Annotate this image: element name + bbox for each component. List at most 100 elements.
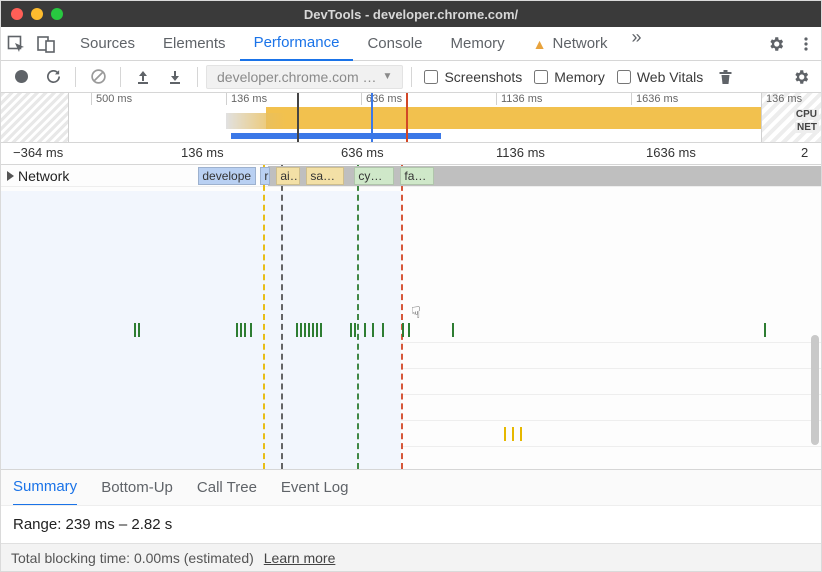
gpu-activity-mark — [244, 323, 246, 337]
tab-label: Elements — [163, 35, 226, 52]
save-profile-button[interactable] — [161, 63, 189, 91]
gpu-activity-mark — [364, 323, 366, 337]
tab-console[interactable]: Console — [353, 27, 436, 61]
tab-network[interactable]: ▲Network — [519, 27, 622, 61]
network-request-segment[interactable]: develope — [198, 167, 256, 185]
zoom-window-button[interactable] — [51, 8, 63, 20]
learn-more-link[interactable]: Learn more — [264, 550, 336, 566]
ruler-tick-label: 136 ms — [181, 145, 224, 160]
network-lane[interactable]: developer ai… sa… cy… fa… — [73, 166, 821, 186]
tab-sources[interactable]: Sources — [66, 27, 149, 61]
summary-range: Range: 239 ms – 2.82 s — [13, 516, 809, 533]
capture-settings-gear-icon[interactable] — [787, 63, 815, 91]
flamechart-area[interactable]: Network developerai…sa…cy…fa… GPUChrome_… — [1, 165, 821, 469]
gpu-activity-mark — [382, 323, 384, 337]
gc-trash-button[interactable] — [711, 63, 739, 91]
separator — [197, 67, 198, 87]
record-button[interactable] — [7, 63, 35, 91]
gear-icon[interactable] — [761, 27, 791, 61]
close-window-button[interactable] — [11, 8, 23, 20]
gpu-activity-mark — [402, 323, 404, 337]
tbt-text: Total blocking time: 0.00ms (estimated) — [11, 550, 254, 566]
tab-label: Bottom-Up — [101, 479, 173, 496]
overview-tick-label: 136 ms — [226, 93, 267, 105]
tab-label: Performance — [254, 34, 340, 51]
status-footer: Total blocking time: 0.00ms (estimated) … — [1, 543, 821, 571]
overview-tick-label: 136 ms — [766, 93, 802, 105]
expand-icon[interactable] — [7, 171, 14, 181]
recording-source-select[interactable]: developer.chrome.com … ▼ — [206, 65, 403, 89]
track-row[interactable]: Compositor — [1, 369, 821, 395]
track-network[interactable]: Network developer ai… sa… cy… fa… — [1, 165, 821, 187]
details-tab-summary[interactable]: Summary — [13, 470, 77, 506]
tab-elements[interactable]: Elements — [149, 27, 240, 61]
separator — [75, 67, 76, 87]
summary-panel: Range: 239 ms – 2.82 s — [1, 505, 821, 543]
checkbox-input[interactable] — [534, 70, 548, 84]
details-tab-calltree[interactable]: Call Tree — [197, 470, 257, 506]
tab-memory[interactable]: Memory — [436, 27, 518, 61]
checkbox-label: Memory — [554, 69, 605, 85]
checkbox-input[interactable] — [617, 70, 631, 84]
separator — [120, 67, 121, 87]
inspect-icon[interactable] — [1, 27, 31, 61]
minimize-window-button[interactable] — [31, 8, 43, 20]
reload-record-button[interactable] — [39, 63, 67, 91]
track-lane[interactable] — [94, 369, 821, 395]
gpu-activity-mark — [300, 323, 302, 337]
task-activity-mark — [512, 427, 514, 441]
overview-strip[interactable]: 500 ms136 ms636 ms1136 ms1636 ms 136 ms … — [1, 93, 821, 143]
recording-source-label: developer.chrome.com … — [217, 69, 377, 85]
kebab-icon[interactable] — [791, 27, 821, 61]
tab-label: Event Log — [281, 479, 349, 496]
ruler-tick-label: −364 ms — [13, 145, 63, 160]
track-lane[interactable] — [52, 317, 821, 343]
panel-tabs: Sources Elements Performance Console Mem… — [66, 27, 622, 60]
gpu-activity-mark — [296, 323, 298, 337]
track-row[interactable]: Preload scanner — [1, 395, 821, 421]
gpu-activity-mark — [372, 323, 374, 337]
gpu-activity-mark — [408, 323, 410, 337]
network-request-segment[interactable]: ai… — [276, 167, 300, 185]
tab-performance[interactable]: Performance — [240, 27, 354, 61]
network-request-segment[interactable]: fa… — [400, 167, 434, 185]
timeline-ruler[interactable]: −364 ms136 ms636 ms1136 ms1636 ms2 — [1, 143, 821, 165]
gpu-activity-mark — [250, 323, 252, 337]
titlebar: DevTools - developer.chrome.com/ — [1, 1, 821, 27]
checkbox-input[interactable] — [424, 70, 438, 84]
tab-label: Call Tree — [197, 479, 257, 496]
devtools-window: DevTools - developer.chrome.com/ Sources… — [0, 0, 822, 572]
overview-marker — [371, 93, 373, 142]
clear-button[interactable] — [84, 63, 112, 91]
gpu-activity-mark — [452, 323, 454, 337]
network-baseline — [268, 166, 821, 186]
details-tab-bottomup[interactable]: Bottom-Up — [101, 470, 173, 506]
tab-label: Network — [553, 35, 608, 52]
gpu-activity-mark — [312, 323, 314, 337]
memory-checkbox[interactable]: Memory — [530, 69, 609, 85]
network-request-segment[interactable]: cy… — [354, 167, 394, 185]
overview-net-band — [231, 133, 441, 139]
details-tab-eventlog[interactable]: Event Log — [281, 470, 349, 506]
details-tabs: Summary Bottom-Up Call Tree Event Log — [1, 469, 821, 505]
webvitals-checkbox[interactable]: Web Vitals — [613, 69, 707, 85]
perf-toolbar: developer.chrome.com … ▼ Screenshots Mem… — [1, 61, 821, 93]
track-lane[interactable] — [171, 343, 821, 369]
track-lane[interactable] — [212, 421, 821, 447]
tab-label: Sources — [80, 35, 135, 52]
scrollbar-thumb[interactable] — [811, 335, 819, 445]
panel-tabstrip: Sources Elements Performance Console Mem… — [1, 27, 821, 61]
network-request-segment[interactable]: sa… — [306, 167, 344, 185]
gpu-activity-mark — [350, 323, 352, 337]
load-profile-button[interactable] — [129, 63, 157, 91]
track-lane[interactable] — [124, 395, 821, 421]
net-label: NET — [795, 122, 819, 133]
screenshots-checkbox[interactable]: Screenshots — [420, 69, 526, 85]
more-tabs-icon[interactable]: » — [622, 27, 652, 60]
track-label: Network — [18, 168, 69, 184]
gpu-activity-mark — [134, 323, 136, 337]
tab-label: Memory — [450, 35, 504, 52]
network-request-segment[interactable]: r — [260, 167, 270, 185]
track-row[interactable]: GPU — [1, 317, 821, 343]
device-toggle-icon[interactable] — [31, 27, 61, 61]
